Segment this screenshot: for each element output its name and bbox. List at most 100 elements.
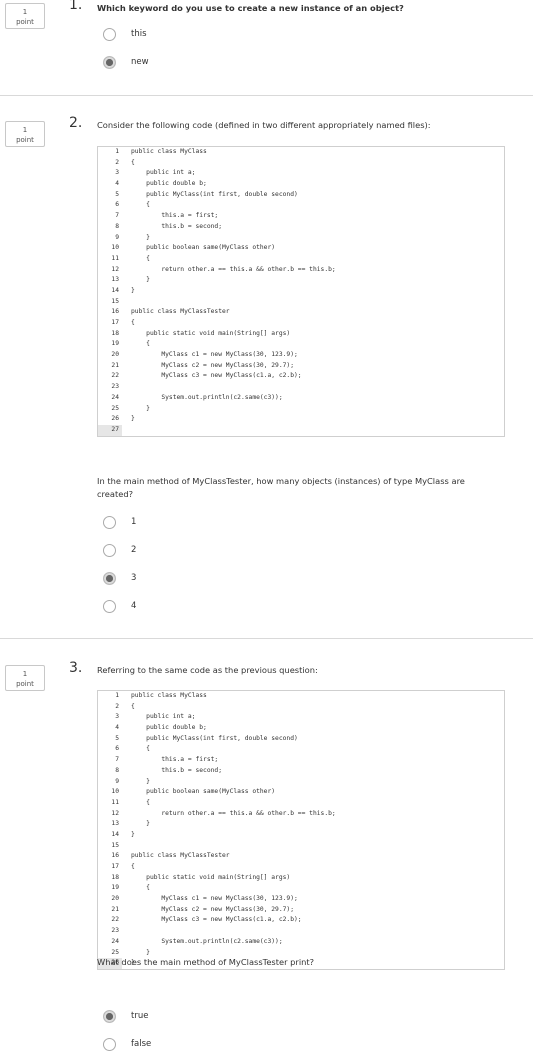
code-text: } — [131, 276, 150, 284]
question-followup-2: In the main method of MyClassTester, how… — [97, 476, 465, 499]
radio-button-selected[interactable] — [103, 1010, 116, 1023]
code-text: this.b = second; — [131, 766, 222, 774]
code-text: public static void main(String[] args) — [131, 329, 291, 337]
code-line: 3 public int a; — [98, 712, 504, 723]
line-number: 14 — [111, 286, 119, 294]
radio-button[interactable] — [103, 28, 116, 41]
radio-button[interactable] — [103, 600, 116, 613]
code-line: 15 — [98, 297, 504, 308]
code-line: 22 MyClass c3 = new MyClass(c1.a, c2.b); — [98, 371, 504, 382]
code-text: public int a; — [131, 713, 196, 721]
line-number: 16 — [111, 852, 119, 860]
code-line: 13 } — [98, 819, 504, 830]
code-line: 15 — [98, 841, 504, 852]
code-line: 23 — [98, 382, 504, 393]
question-number-2: 2. — [69, 115, 83, 131]
code-text: public MyClass(int first, double second) — [131, 734, 298, 742]
code-block-q2: 1 public class MyClass 2{3 public int a; 4 … — [97, 146, 505, 437]
line-number: 27 — [98, 424, 122, 436]
code-line: 6 { — [98, 744, 504, 755]
code-line: 11 { — [98, 254, 504, 265]
code-text: this.b = second; — [131, 222, 222, 230]
radio-button[interactable] — [103, 516, 116, 529]
line-number: 26 — [111, 415, 119, 423]
points-value: 1 — [22, 126, 28, 134]
code-line: 19 { — [98, 339, 504, 350]
code-text: return other.a == this.a && other.b == t… — [131, 809, 336, 817]
radio-button-selected[interactable] — [103, 572, 116, 585]
line-number: 23 — [111, 383, 119, 391]
code-line: 23 — [98, 926, 504, 937]
code-line: 8 this.b = second; — [98, 766, 504, 777]
line-number: 24 — [111, 937, 119, 945]
code-line: 7 this.a = first; — [98, 211, 504, 222]
line-number: 22 — [111, 916, 119, 924]
line-number: 16 — [111, 308, 119, 316]
line-number: 21 — [111, 905, 119, 913]
code-text: } — [131, 404, 150, 412]
option-label: 4 — [131, 601, 137, 611]
code-line: 19 { — [98, 883, 504, 894]
code-text: MyClass c1 = new MyClass(30, 123.9); — [131, 895, 298, 903]
question-prompt-2: Consider the following code (defined in … — [97, 120, 431, 130]
code-line: 16 public class MyClassTester — [98, 851, 504, 862]
line-number: 4 — [115, 180, 119, 188]
code-line: 20 MyClass c1 = new MyClass(30, 123.9); — [98, 350, 504, 361]
radio-button-selected[interactable] — [103, 56, 116, 69]
code-text: public MyClass(int first, double second) — [131, 190, 298, 198]
code-line: 4 public double b; — [98, 179, 504, 190]
line-number: 1 — [115, 148, 119, 155]
points-unit: point — [16, 680, 34, 688]
code-text: System.out.println(c2.same(c3)); — [131, 393, 283, 401]
points-value: 1 — [22, 670, 28, 678]
code-line: 24 System.out.println(c2.same(c3)); — [98, 937, 504, 948]
code-text: { — [131, 798, 150, 806]
line-number: 23 — [111, 927, 119, 935]
code-line: 4 public double b; — [98, 723, 504, 734]
code-text: } — [131, 233, 150, 241]
code-text: } — [131, 830, 135, 838]
code-text: this.a = first; — [131, 212, 219, 220]
code-line: 7 this.a = first; — [98, 755, 504, 766]
line-number: 11 — [111, 254, 119, 262]
line-number: 18 — [111, 873, 119, 881]
code-line: 9 } — [98, 233, 504, 244]
line-number: 5 — [115, 190, 119, 198]
radio-button[interactable] — [103, 1038, 116, 1051]
code-line: 10 public boolean same(MyClass other) — [98, 787, 504, 798]
code-text: { — [131, 254, 150, 262]
line-number: 13 — [111, 820, 119, 828]
question-prompt-1: Which keyword do you use to create a new… — [97, 3, 404, 13]
line-number: 17 — [111, 863, 119, 870]
line-number: 19 — [111, 340, 119, 348]
code-text: public class MyClassTester — [131, 308, 230, 316]
line-number: 5 — [115, 734, 119, 742]
line-number: 3 — [115, 713, 119, 721]
code-line: 6 { — [98, 200, 504, 211]
code-line: 27 — [98, 424, 504, 436]
code-text: { — [131, 340, 150, 348]
line-number: 20 — [111, 895, 119, 903]
code-line: 2{ — [98, 158, 504, 169]
option-label: 3 — [131, 573, 137, 583]
line-number: 9 — [115, 233, 119, 241]
code-line: 5 public MyClass(int first, double secon… — [98, 734, 504, 745]
option-label: this — [131, 29, 147, 39]
code-line: 18 public static void main(String[] args… — [98, 873, 504, 884]
radio-button[interactable] — [103, 544, 116, 557]
code-text: MyClass c3 = new MyClass(c1.a, c2.b); — [131, 372, 302, 380]
line-number: 18 — [111, 329, 119, 337]
line-number: 7 — [115, 756, 119, 764]
code-line: 16 public class MyClassTester — [98, 307, 504, 318]
code-line: 9 } — [98, 777, 504, 788]
line-number: 25 — [111, 404, 119, 412]
line-number: 19 — [111, 884, 119, 892]
question-followup-3: What does the main method of MyClassTest… — [97, 957, 315, 967]
line-number: 15 — [111, 841, 119, 849]
line-number: 1 — [115, 692, 119, 699]
code-text: { — [131, 319, 135, 326]
line-number: 7 — [115, 212, 119, 220]
code-text: } — [131, 777, 150, 785]
line-number: 22 — [111, 372, 119, 380]
code-line: 14} — [98, 286, 504, 297]
